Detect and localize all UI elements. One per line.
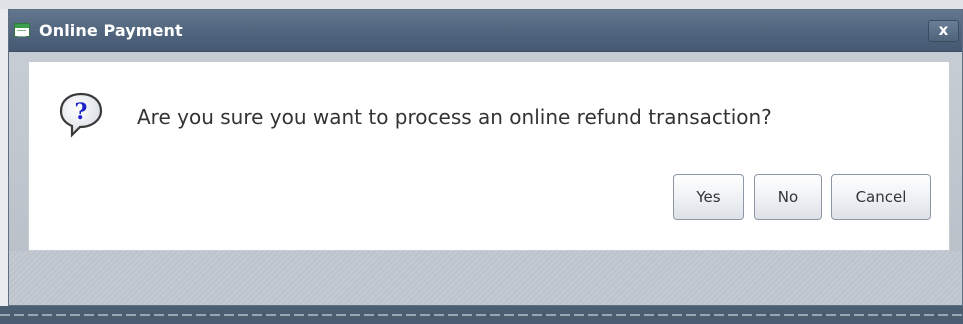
close-button[interactable]: x (928, 20, 959, 42)
svg-text:?: ? (75, 99, 88, 125)
window-icon (14, 23, 30, 37)
dialog-titlebar: Online Payment x (9, 10, 962, 52)
dialog-footer (9, 251, 962, 305)
background-strip (0, 0, 963, 9)
no-button[interactable]: No (754, 174, 822, 220)
yes-button[interactable]: Yes (673, 174, 744, 220)
window-bottom-edge (0, 306, 963, 324)
question-icon: ? (59, 92, 103, 138)
dialog-title: Online Payment (39, 21, 183, 40)
online-payment-dialog: Online Payment x ? Are you sure you want… (8, 9, 963, 306)
cancel-button[interactable]: Cancel (831, 174, 931, 220)
dialog-content: ? Are you sure you want to process an on… (28, 61, 950, 251)
confirmation-message: Are you sure you want to process an onli… (137, 105, 772, 129)
